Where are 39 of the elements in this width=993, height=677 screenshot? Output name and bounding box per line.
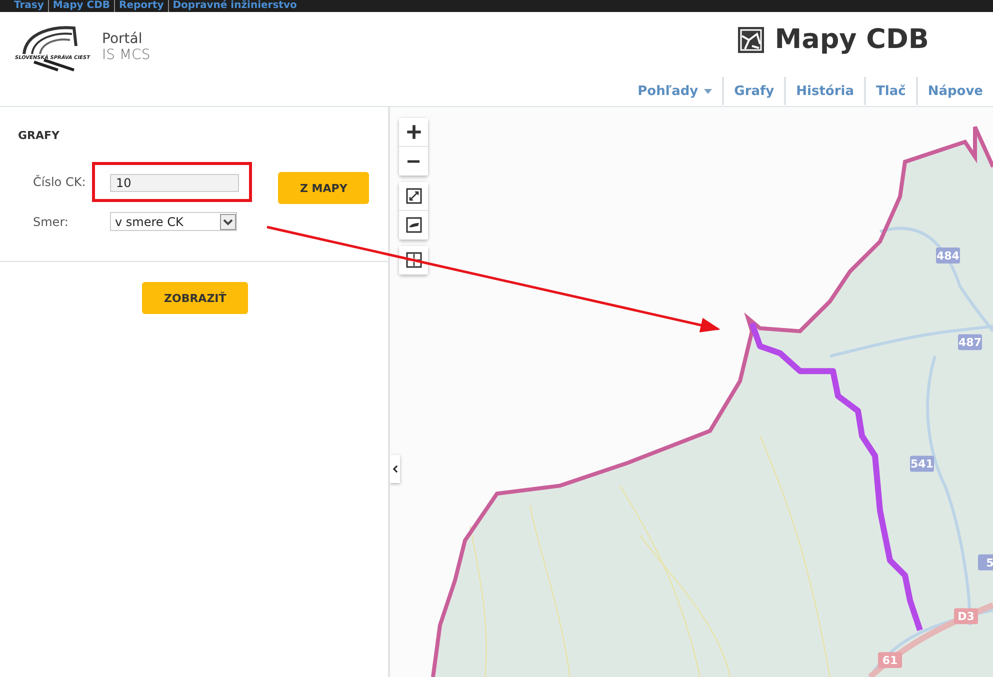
show-button[interactable]: ZOBRAZIŤ: [142, 282, 248, 314]
center-button[interactable]: [399, 246, 428, 275]
chevron-left-icon: [392, 465, 398, 473]
top-nav-link[interactable]: Mapy CDB: [48, 0, 110, 12]
menu-tab[interactable]: História: [784, 77, 864, 105]
country-extent-button[interactable]: [399, 211, 428, 240]
top-nav-link[interactable]: Trasy: [14, 0, 44, 12]
zoom-out-button[interactable]: [399, 147, 428, 176]
road-number-label: 541: [910, 456, 934, 472]
road-number-label: D3: [954, 608, 978, 624]
map-logo-icon: [736, 26, 765, 54]
top-nav-link[interactable]: Reporty: [114, 0, 164, 12]
portal-title: Portál: [102, 31, 144, 47]
minus-icon: [407, 160, 420, 162]
menu-tab[interactable]: Nápove: [916, 77, 993, 105]
menu-tab[interactable]: Pohľady: [628, 77, 722, 105]
road-number-label: 61: [878, 652, 902, 668]
target-icon: [406, 252, 422, 268]
road-number-label: 484: [936, 248, 960, 264]
expand-icon: [406, 188, 422, 204]
portal-subtitle: IS MCS: [102, 47, 150, 63]
collapse-panel-button[interactable]: [390, 455, 400, 483]
top-nav-link[interactable]: Dopravné inžinierstvo: [168, 0, 297, 12]
road-number-label: 5: [978, 554, 993, 570]
field-label: Smer:: [33, 214, 70, 228]
fullscreen-button[interactable]: [399, 182, 428, 211]
menu-tab[interactable]: Tlač: [864, 77, 916, 105]
menu-tab[interactable]: Grafy: [722, 77, 784, 105]
zoom-in-button[interactable]: [399, 118, 428, 147]
plus-icon: [406, 124, 422, 140]
from-map-button[interactable]: Z MAPY: [278, 172, 370, 204]
app-title: Mapy CDB: [774, 24, 929, 55]
caret-icon: [704, 88, 712, 94]
road-number-label: 487: [958, 334, 982, 350]
road-number-field[interactable]: 10: [110, 174, 239, 192]
field-label: Číslo CK:: [33, 175, 87, 189]
panel-title: GRAFY: [17, 128, 60, 142]
direction-select[interactable]: v smere CK: [110, 212, 237, 231]
country-shape-icon: [406, 217, 422, 233]
